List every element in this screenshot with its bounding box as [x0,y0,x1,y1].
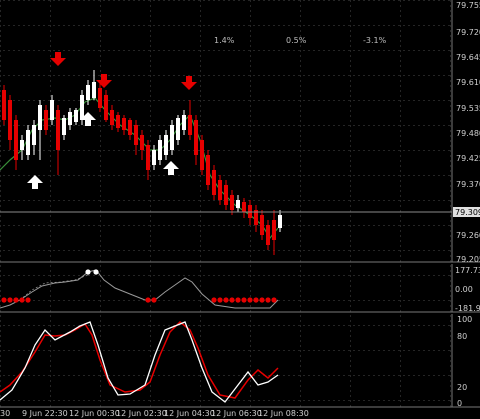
candle-body [44,110,48,130]
candle-body [272,220,276,240]
cci-dot [271,297,277,303]
stoch-label: 80 [457,332,467,341]
cci-dot [265,297,271,303]
cci-dot [229,297,235,303]
candle-body [140,135,144,150]
candle-body [14,120,18,160]
candle-body [260,215,264,235]
candle-body [212,170,216,195]
cci-dot [19,297,25,303]
price-label: 79.480 [456,129,480,138]
candle-body [26,130,30,155]
cci-dot [217,297,223,303]
time-label: 12 Jun 06:30 [211,409,262,418]
stat-2: 0.5% [286,36,307,45]
cci-dot [145,297,151,303]
cci-dot [241,297,247,303]
candle-body [128,120,132,135]
cci-dot [93,269,99,275]
candle-body [134,125,138,145]
stoch-label: 20 [457,383,467,392]
price-label: 79.720 [456,28,480,37]
time-label: 30 [0,409,10,418]
candle-body [116,115,120,128]
candle-body [188,115,192,135]
candle-body [266,225,270,245]
price-label: 79.645 [456,53,480,62]
price-label: 79.425 [456,154,480,163]
candle-body [80,95,84,120]
time-label: 12 Jun 04:30 [164,409,215,418]
time-axis: 30 9 Jun 22:30 12 Jun 00:30 12 Jun 02:30… [0,409,309,418]
candle-body [122,118,126,130]
candle-body [86,85,90,100]
cci-dot [85,269,91,275]
candle-body [278,215,282,228]
candle-body [170,125,174,150]
candle-body [62,118,66,135]
candle-body [92,82,96,98]
candle-body [20,140,24,150]
cci-pane[interactable]: 177.730 0.00 -181.94 [0,264,480,313]
stoch-label: 0 [457,399,462,408]
cci-dot [253,297,259,303]
price-label: 79.205 [456,255,480,264]
cci-dot [25,297,31,303]
candle-body [38,105,42,130]
candle-body [242,202,246,212]
cci-dot [259,297,265,303]
stochastic-pane[interactable]: 100 80 20 0 [0,314,480,408]
candle-body [206,155,210,185]
time-label: 12 Jun 02:30 [116,409,167,418]
current-price-value: 79.309 [455,208,480,217]
candle-body [98,88,102,108]
price-pane[interactable]: 1.4% 0.5% -3.1% [0,0,480,263]
cci-dot [211,297,217,303]
time-label: 9 Jun 22:30 [22,409,68,418]
cci-label: -181.94 [455,304,480,313]
trading-chart[interactable]: 1.4% 0.5% -3.1% 79.755 79.720 [0,0,480,419]
candle-body [68,112,72,125]
candle-body [176,118,180,140]
candle-body [50,100,54,120]
price-label: 79.535 [456,104,480,113]
price-label: 79.755 [456,1,480,10]
candle-body [152,150,156,165]
cci-dot [13,297,19,303]
candle-body [158,140,162,160]
candle-body [8,100,12,140]
candle-body [236,200,240,208]
cci-dot [223,297,229,303]
cci-dot [7,297,13,303]
cci-dot [151,297,157,303]
candle-body [182,115,186,130]
candle-body [224,185,228,205]
time-label: 12 Jun 08:30 [258,409,309,418]
stat-3: -3.1% [363,36,387,45]
price-label: 79.260 [456,231,480,240]
candle-body [2,90,6,120]
candle-body [56,110,60,150]
price-axis: 79.755 79.720 79.645 79.610 79.535 79.48… [453,1,480,264]
candle-body [74,110,78,122]
candle-body [32,125,36,145]
stat-1: 1.4% [214,36,235,45]
candle-body [194,120,198,155]
candle-body [230,195,234,210]
candle-body [104,95,108,120]
candle-body [110,110,114,125]
cci-dot [247,297,253,303]
cci-dot [235,297,241,303]
candle-body [218,180,222,200]
price-label: 79.610 [456,78,480,87]
price-label: 79.370 [456,180,480,189]
cci-label: 0.00 [455,285,473,294]
stoch-label: 100 [457,315,472,324]
candle-body [146,145,150,170]
time-label: 12 Jun 00:30 [69,409,120,418]
cci-label: 177.730 [455,266,480,275]
candle-body [164,135,168,155]
candle-body [200,140,204,170]
cci-dot [1,297,7,303]
